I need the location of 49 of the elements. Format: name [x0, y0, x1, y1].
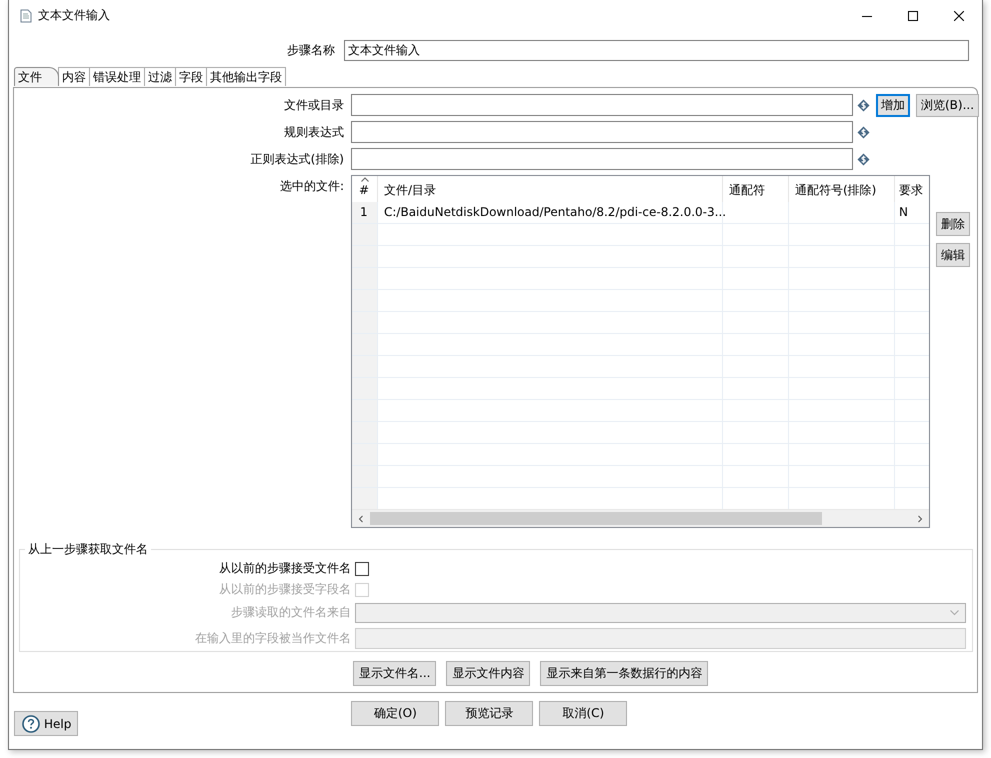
window-title: 文本文件输入 — [38, 7, 110, 24]
field-label: 步骤读取的文件名来自 — [230, 604, 352, 621]
text-field[interactable] — [351, 94, 853, 116]
column-header[interactable]: 通配符号(排除) — [795, 182, 876, 199]
horizontal-scrollbar[interactable] — [352, 509, 929, 527]
text-field[interactable] — [351, 148, 853, 170]
button[interactable]: 确定(O) — [351, 701, 440, 726]
table-cell: 1 — [360, 205, 368, 219]
scroll-thumb[interactable] — [370, 512, 822, 525]
tab[interactable]: 错误处理 — [89, 67, 145, 86]
table-cell: C:/BaiduNetdiskDownload/Pentaho/8.2/pdi-ce-8.2.0.0-3... — [384, 205, 726, 219]
field-label: 正则表达式(排除) — [250, 150, 345, 168]
column-header[interactable]: 要求 — [899, 182, 923, 199]
button[interactable]: 增加 — [876, 94, 910, 116]
variable-icon — [857, 126, 870, 138]
sort-icon — [361, 177, 369, 182]
text-field[interactable] — [351, 121, 853, 143]
chevron-down-icon — [950, 610, 959, 616]
group-title: 从上一步骤获取文件名 — [27, 541, 149, 558]
step-name-field[interactable]: 文本文件输入 — [344, 40, 969, 61]
button[interactable]: 显示文件内容 — [446, 661, 530, 686]
button[interactable]: 显示文件名... — [353, 661, 436, 686]
help-icon — [22, 714, 40, 732]
button[interactable]: 显示来自第一条数据行的内容 — [540, 661, 708, 686]
table-cell: N — [899, 205, 908, 219]
field-label: 规则表达式 — [283, 124, 345, 140]
tab[interactable]: 文件 — [14, 67, 59, 86]
field-label: 在输入里的字段被当作文件名 — [194, 630, 352, 647]
button[interactable]: 预览记录 — [445, 701, 534, 726]
close-icon — [954, 10, 964, 20]
document-icon — [20, 8, 32, 22]
variable-icon — [857, 152, 870, 166]
button[interactable]: 编辑 — [936, 243, 970, 267]
button[interactable]: 删除 — [936, 212, 970, 236]
field-label: 步骤名称 — [286, 42, 336, 59]
checkbox[interactable] — [355, 562, 369, 576]
tab[interactable]: 其他输出字段 — [206, 67, 286, 86]
help-button[interactable]: Help — [14, 711, 78, 736]
column-header[interactable]: # — [359, 183, 370, 197]
field-label: 文件或目录 — [283, 96, 345, 114]
column-header[interactable]: 通配符 — [729, 182, 765, 199]
field-label: 选中的文件: — [278, 178, 345, 195]
field-label: 从以前的步骤接受字段名 — [218, 581, 352, 598]
field-label: 从以前的步骤接受文件名 — [218, 560, 352, 577]
variable-icon — [857, 98, 870, 112]
column-header[interactable]: 文件/目录 — [384, 182, 436, 199]
maximize-icon — [908, 10, 918, 20]
button[interactable]: 浏览(B)... — [916, 94, 980, 116]
button[interactable]: 取消(C) — [539, 701, 628, 726]
